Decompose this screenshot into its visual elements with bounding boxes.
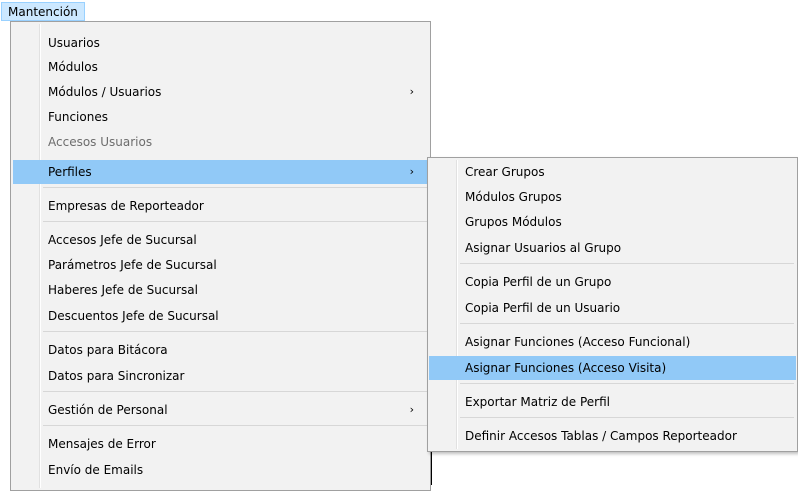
menu-item-label: Copia Perfil de un Usuario — [465, 301, 621, 315]
menu-item-asignar-usuarios-grupo[interactable]: Asignar Usuarios al Grupo — [430, 236, 795, 260]
menu-item-label: Haberes Jefe de Sucursal — [48, 283, 198, 297]
submenu-chevron-icon: › — [409, 165, 414, 178]
menu-item-label: Descuentos Jefe de Sucursal — [48, 309, 219, 323]
menu-item-copia-perfil-grupo[interactable]: Copia Perfil de un Grupo — [430, 270, 795, 294]
menu-item-label: Asignar Funciones (Acceso Funcional) — [465, 335, 691, 349]
menu-bar: Mantención — [0, 0, 798, 22]
text-cursor — [431, 452, 432, 485]
menu-item-asignar-funciones-funcional[interactable]: Asignar Funciones (Acceso Funcional) — [430, 330, 795, 354]
menu-item-exportar-matriz-perfil[interactable]: Exportar Matriz de Perfil — [430, 390, 795, 414]
menu-item-label: Gestión de Personal — [48, 403, 168, 417]
menu-item-crear-grupos[interactable]: Crear Grupos — [430, 160, 795, 184]
menu-item-label: Datos para Bitácora — [48, 343, 168, 357]
menu-item-perfiles[interactable]: Perfiles › — [13, 160, 428, 184]
menu-item-label: Accesos Usuarios — [48, 135, 153, 149]
menu-item-label: Módulos Grupos — [465, 190, 562, 204]
menu-separator — [460, 417, 794, 418]
menu-item-modulos-grupos[interactable]: Módulos Grupos — [430, 185, 795, 209]
menu-separator — [43, 221, 427, 222]
menu-separator — [460, 263, 794, 264]
menu-item-asignar-funciones-visita[interactable]: Asignar Funciones (Acceso Visita) — [429, 356, 796, 380]
menu-item-descuentos-jefe-sucursal[interactable]: Descuentos Jefe de Sucursal — [13, 304, 428, 328]
menu-item-label: Módulos — [48, 60, 98, 74]
menu-item-label: Accesos Jefe de Sucursal — [48, 233, 197, 247]
menu-item-label: Asignar Funciones (Acceso Visita) — [465, 361, 667, 375]
menu-separator — [43, 331, 427, 332]
menu-item-label: Mensajes de Error — [48, 437, 156, 451]
menu-separator — [43, 425, 427, 426]
menu-mantencion[interactable]: Mantención — [1, 2, 85, 21]
menu-item-label: Envío de Emails — [48, 463, 144, 477]
menu-item-label: Exportar Matriz de Perfil — [465, 395, 611, 409]
perfiles-submenu: Crear Grupos Módulos Grupos Grupos Módul… — [427, 157, 798, 452]
menu-item-label: Asignar Usuarios al Grupo — [465, 241, 622, 255]
menu-item-usuarios[interactable]: Usuarios — [13, 31, 428, 55]
menu-item-copia-perfil-usuario[interactable]: Copia Perfil de un Usuario — [430, 296, 795, 320]
menu-separator — [43, 187, 427, 188]
menu-item-mensajes-error[interactable]: Mensajes de Error — [13, 432, 428, 456]
menu-item-datos-sincronizar[interactable]: Datos para Sincronizar — [13, 364, 428, 388]
menu-item-funciones[interactable]: Funciones — [13, 105, 428, 129]
menu-item-label: Parámetros Jefe de Sucursal — [48, 258, 217, 272]
mantencion-dropdown-menu: Usuarios Módulos Módulos / Usuarios › Fu… — [10, 21, 431, 491]
menu-item-label: Definir Accesos Tablas / Campos Reportea… — [465, 429, 737, 443]
menu-item-empresas-reporteador[interactable]: Empresas de Reporteador — [13, 194, 428, 218]
menu-item-accesos-jefe-sucursal[interactable]: Accesos Jefe de Sucursal — [13, 228, 428, 252]
menu-item-datos-bitacora[interactable]: Datos para Bitácora — [13, 338, 428, 362]
menu-item-label: Funciones — [48, 110, 108, 124]
menu-item-label: Copia Perfil de un Grupo — [465, 275, 612, 289]
menu-item-definir-accesos-tablas[interactable]: Definir Accesos Tablas / Campos Reportea… — [430, 424, 795, 448]
menu-item-label: Datos para Sincronizar — [48, 369, 185, 383]
menu-item-envio-emails[interactable]: Envío de Emails — [13, 458, 428, 482]
menu-item-label: Usuarios — [48, 36, 100, 50]
menu-separator — [460, 323, 794, 324]
menu-item-grupos-modulos[interactable]: Grupos Módulos — [430, 210, 795, 234]
menu-separator — [460, 383, 794, 384]
menu-item-label: Empresas de Reporteador — [48, 199, 204, 213]
submenu-chevron-icon: › — [409, 403, 414, 416]
menu-item-accesos-usuarios: Accesos Usuarios — [13, 130, 428, 154]
menu-item-label: Módulos / Usuarios — [48, 85, 162, 99]
menu-item-modulos-usuarios[interactable]: Módulos / Usuarios › — [13, 80, 428, 104]
menu-item-gestion-personal[interactable]: Gestión de Personal › — [13, 398, 428, 422]
menu-item-label: Grupos Módulos — [465, 215, 562, 229]
menu-item-label: Crear Grupos — [465, 165, 545, 179]
submenu-chevron-icon: › — [409, 85, 414, 98]
menu-item-label: Perfiles — [48, 165, 92, 179]
menu-item-haberes-jefe-sucursal[interactable]: Haberes Jefe de Sucursal — [13, 278, 428, 302]
menu-item-modulos[interactable]: Módulos — [13, 55, 428, 79]
menu-separator — [43, 391, 427, 392]
menu-item-parametros-jefe-sucursal[interactable]: Parámetros Jefe de Sucursal — [13, 253, 428, 277]
